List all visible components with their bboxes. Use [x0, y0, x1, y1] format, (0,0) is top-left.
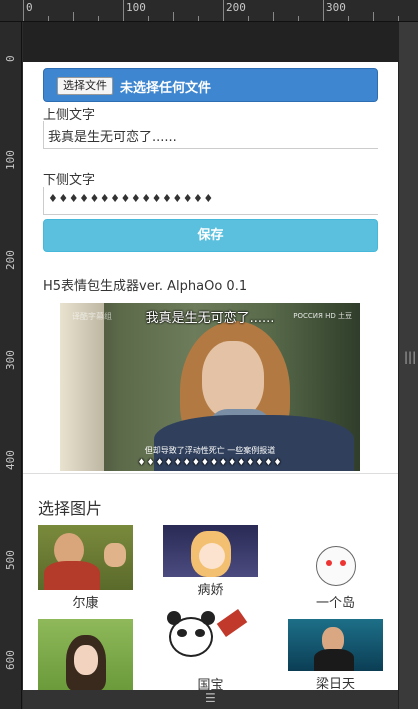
bottom-text-label: 下侧文字 [43, 173, 96, 188]
thumb-liangritian[interactable]: 梁日天 [288, 619, 383, 692]
ruler-top-label-300: 300 [326, 1, 346, 14]
ruler-left-label-300: 300 [4, 350, 17, 370]
ruler-left-label-400: 400 [4, 450, 17, 470]
ruler-left-label-600: 600 [4, 650, 17, 670]
divider [23, 473, 398, 474]
mobile-viewport: 选择文件 未选择任何文件 上侧文字 我真是生无可恋了...... 下侧文字 ♦♦… [23, 22, 398, 709]
meme-bottom-caption: ♦♦♦♦♦♦♦♦♦♦♦♦♦♦♦♦ [137, 458, 283, 468]
thumb-yigedao[interactable]: 一个岛 [288, 540, 383, 611]
choose-image-title: 选择图片 [38, 499, 103, 518]
thumb-girl[interactable] [38, 619, 133, 693]
thumb-caption: 尔康 [72, 596, 99, 611]
ruler-top-label-200: 200 [226, 1, 246, 14]
ruler-top-label-0: 0 [26, 1, 33, 14]
choose-file-button[interactable]: 选择文件 [57, 77, 113, 95]
ruler-left-label-500: 500 [4, 550, 17, 570]
ruler-left: 0 100 200 300 400 500 600 [0, 22, 22, 709]
ruler-left-label-100: 100 [4, 150, 17, 170]
thumb-caption: 一个岛 [315, 596, 355, 611]
file-status: 未选择任何文件 [120, 81, 212, 96]
page-header [23, 22, 398, 62]
grip-icon: ||| [404, 350, 417, 364]
top-text-input[interactable]: 我真是生无可恋了...... [43, 121, 378, 149]
thumb-bingjiao[interactable]: 病娇 [163, 525, 258, 598]
meme-top-caption: 我真是生无可恋了...... [145, 311, 275, 326]
save-button[interactable]: 保存 [43, 219, 378, 252]
resize-handle-right[interactable] [398, 22, 418, 709]
generator-title: H5表情包生成器ver. AlphaOo 0.1 [43, 279, 248, 294]
meme-subtitle: 但却导致了浮动性死亡 一些案例报道 [144, 446, 276, 455]
thumb-erkang[interactable]: 尔康 [38, 525, 133, 611]
ruler-top: 0 100 200 300 [0, 0, 418, 22]
thumb-guobao[interactable]: 国宝 [163, 607, 258, 693]
file-picker[interactable]: 选择文件 未选择任何文件 [43, 68, 378, 102]
menu-grip-icon: ☰ [205, 691, 216, 705]
meme-preview: 译酷字幕组 РОССИЯ HD 土豆 我真是生无可恋了...... 但却导致了浮… [60, 303, 360, 471]
ruler-left-label-200: 200 [4, 250, 17, 270]
thumb-caption: 病娇 [197, 583, 224, 598]
ruler-left-label-0: 0 [4, 55, 17, 62]
ruler-top-label-100: 100 [126, 1, 146, 14]
bottom-text-input[interactable]: ♦♦♦♦♦♦♦♦♦♦♦♦♦♦♦♦ [43, 187, 378, 215]
